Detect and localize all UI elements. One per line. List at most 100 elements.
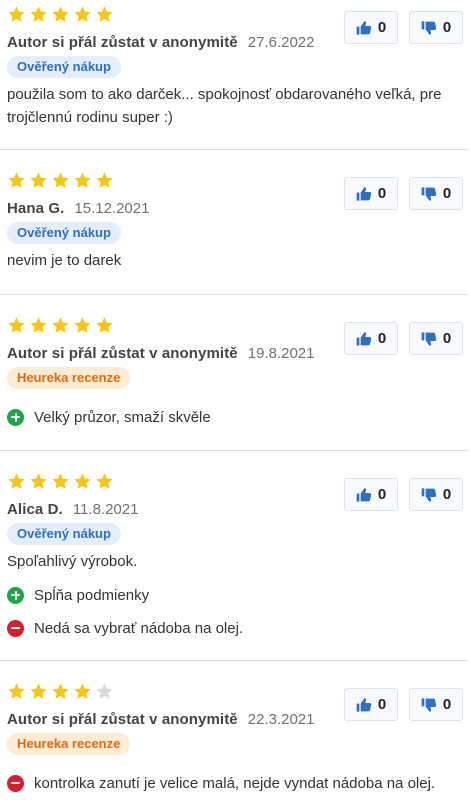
star-icon: [7, 316, 26, 334]
heureka-review-badge: Heureka recenze: [7, 367, 131, 389]
star-icon: [29, 472, 48, 490]
not-helpful-count: 0: [442, 19, 452, 36]
minus-circle-icon: [7, 774, 24, 792]
thumbs-down-icon: [421, 20, 437, 36]
helpful-button[interactable]: 0: [344, 11, 398, 44]
helpful-button[interactable]: 0: [344, 177, 398, 210]
helpful-count: 0: [377, 330, 387, 347]
review-meta: Autor si přál zůstat v anonymitě 19.8.20…: [7, 345, 314, 362]
star-icon: [7, 682, 26, 700]
verified-purchase-badge: Ověřený nákup: [7, 523, 121, 545]
star-rating: [7, 315, 114, 335]
review-item: Hana G. 15.12.2021 Ověřený nákup nevim j…: [0, 150, 468, 295]
star-icon: [51, 5, 70, 23]
con-text: kontrolka zanutí je velice malá, nejde v…: [34, 774, 436, 792]
review-date: 19.8.2021: [247, 345, 315, 362]
pro-text: Velký průzor, smaží skvěle: [34, 408, 211, 426]
plus-circle-icon: [7, 408, 24, 426]
thumbs-up-icon: [356, 331, 372, 347]
review-meta: Alica D. 11.8.2021: [7, 501, 138, 518]
helpful-button[interactable]: 0: [344, 322, 398, 355]
heureka-review-badge: Heureka recenze: [7, 733, 131, 755]
thumbs-down-icon: [421, 186, 437, 202]
star-icon: [51, 472, 70, 490]
star-icon: [7, 472, 26, 490]
review-author: Autor si přál zůstat v anonymitě: [7, 34, 238, 51]
review-date: 27.6.2022: [247, 34, 315, 51]
helpful-count: 0: [377, 486, 387, 503]
star-icon: [95, 171, 114, 189]
helpful-button[interactable]: 0: [344, 478, 398, 511]
star-icon: [95, 682, 114, 700]
star-rating: [7, 471, 114, 491]
not-helpful-button[interactable]: 0: [409, 688, 463, 721]
review-author: Autor si přál zůstat v anonymitě: [7, 711, 238, 728]
review-votes: 0 0: [344, 177, 463, 210]
thumbs-up-icon: [356, 186, 372, 202]
review-votes: 0 0: [344, 322, 463, 355]
not-helpful-button[interactable]: 0: [409, 322, 463, 355]
reviews-list: Autor si přál zůstat v anonymitě 27.6.20…: [0, 0, 471, 802]
review-item: Alica D. 11.8.2021 Ověřený nákup Spoľahl…: [0, 451, 468, 661]
star-icon: [51, 682, 70, 700]
thumbs-down-icon: [421, 697, 437, 713]
not-helpful-button[interactable]: 0: [409, 177, 463, 210]
star-icon: [29, 171, 48, 189]
star-icon: [73, 316, 92, 334]
thumbs-down-icon: [421, 487, 437, 503]
star-icon: [95, 5, 114, 23]
con-item: kontrolka zanutí je velice malá, nejde v…: [7, 772, 435, 794]
verified-purchase-badge: Ověřený nákup: [7, 222, 121, 244]
review-text: použila som to ako darček... spokojnosť …: [7, 86, 442, 126]
not-helpful-count: 0: [442, 696, 452, 713]
review-votes: 0 0: [344, 11, 463, 44]
minus-circle-icon: [7, 619, 24, 637]
thumbs-up-icon: [356, 487, 372, 503]
pro-item: Spĺňa podmienky: [7, 584, 149, 606]
review-text: nevim je to darek: [7, 252, 122, 269]
review-item: Autor si přál zůstat v anonymitě 27.6.20…: [0, 0, 468, 150]
not-helpful-button[interactable]: 0: [409, 11, 463, 44]
helpful-button[interactable]: 0: [344, 688, 398, 721]
review-author: Alica D.: [7, 501, 63, 518]
star-icon: [29, 316, 48, 334]
review-author: Autor si přál zůstat v anonymitě: [7, 345, 238, 362]
helpful-count: 0: [377, 185, 387, 202]
star-icon: [29, 5, 48, 23]
pro-item: Velký průzor, smaží skvěle: [7, 406, 211, 428]
review-item: Autor si přál zůstat v anonymitě 22.3.20…: [0, 661, 468, 802]
not-helpful-button[interactable]: 0: [409, 478, 463, 511]
star-rating: [7, 4, 114, 24]
review-votes: 0 0: [344, 478, 463, 511]
pro-text: Spĺňa podmienky: [34, 586, 150, 604]
not-helpful-count: 0: [442, 185, 452, 202]
con-text: Nedá sa vybrať nádoba na olej.: [34, 619, 244, 637]
review-date: 22.3.2021: [247, 711, 315, 728]
star-rating: [7, 170, 114, 190]
star-icon: [73, 171, 92, 189]
review-text: Spoľahlivý výrobok.: [7, 553, 138, 570]
review-item: Autor si přál zůstat v anonymitě 19.8.20…: [0, 295, 468, 451]
review-date: 15.12.2021: [74, 200, 150, 217]
thumbs-down-icon: [421, 331, 437, 347]
star-icon: [95, 472, 114, 490]
thumbs-up-icon: [356, 20, 372, 36]
not-helpful-count: 0: [442, 486, 452, 503]
star-icon: [73, 5, 92, 23]
helpful-count: 0: [377, 696, 387, 713]
not-helpful-count: 0: [442, 330, 452, 347]
star-icon: [51, 171, 70, 189]
review-meta: Autor si přál zůstat v anonymitě 22.3.20…: [7, 711, 314, 728]
review-meta: Hana G. 15.12.2021: [7, 200, 149, 217]
star-icon: [95, 316, 114, 334]
star-icon: [7, 171, 26, 189]
star-icon: [51, 316, 70, 334]
star-rating: [7, 681, 114, 701]
review-votes: 0 0: [344, 688, 463, 721]
star-icon: [29, 682, 48, 700]
verified-purchase-badge: Ověřený nákup: [7, 56, 121, 78]
review-meta: Autor si přál zůstat v anonymitě 27.6.20…: [7, 34, 314, 51]
star-icon: [7, 5, 26, 23]
review-author: Hana G.: [7, 200, 65, 217]
thumbs-up-icon: [356, 697, 372, 713]
